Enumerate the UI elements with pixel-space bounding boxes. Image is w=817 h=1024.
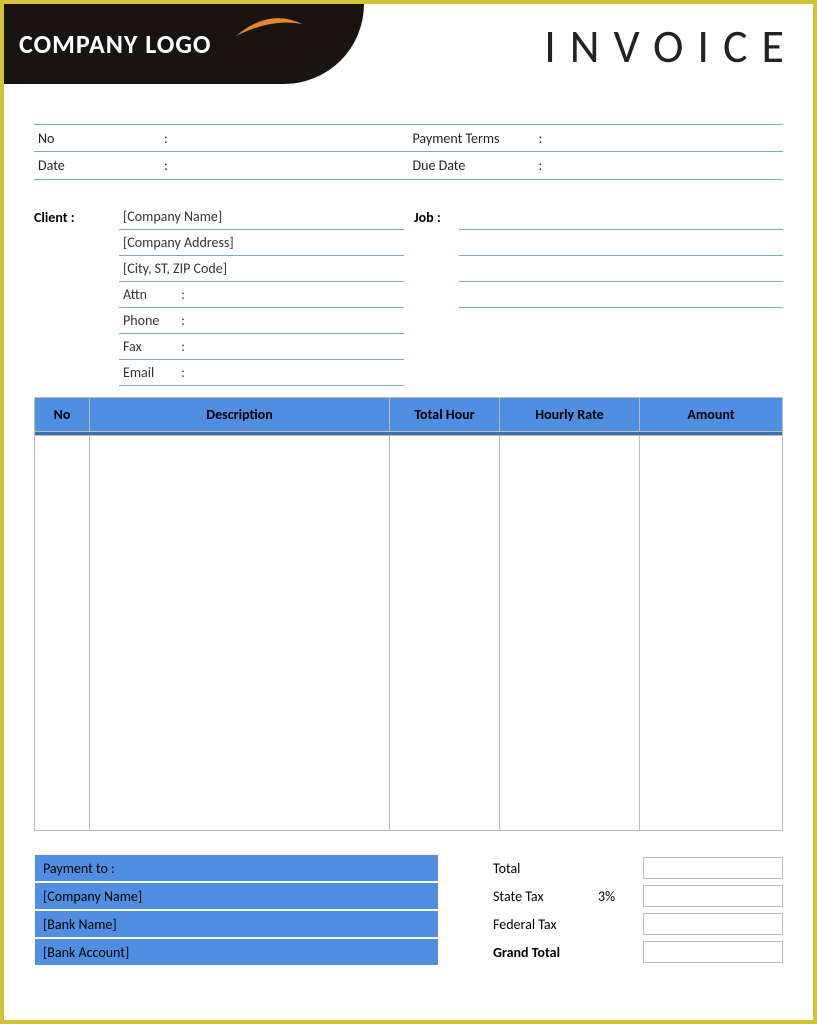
federal-tax-label: Federal Tax	[483, 916, 598, 933]
totals-block: Total State Tax 3% Federal Tax Grand Tot…	[483, 854, 783, 966]
job-line-3[interactable]	[459, 256, 783, 282]
th-no: No	[35, 398, 90, 432]
client-company-name[interactable]: [Company Name]	[119, 204, 404, 230]
meta-due-date-label: Due Date	[409, 157, 539, 174]
payment-to-label: Payment to :	[34, 854, 439, 882]
payment-box: Payment to : [Company Name] [Bank Name] …	[34, 854, 439, 966]
client-block: Client : [Company Name] [Company Address…	[34, 204, 404, 386]
job-line-1[interactable]	[459, 204, 783, 230]
meta-colon: :	[164, 130, 174, 147]
meta-payment-terms-label: Payment Terms	[409, 130, 539, 147]
table-row[interactable]	[35, 436, 783, 831]
meta-colon: :	[539, 157, 549, 174]
payment-company-name[interactable]: [Company Name]	[34, 882, 439, 910]
th-amount: Amount	[640, 398, 783, 432]
job-line-2[interactable]	[459, 230, 783, 256]
total-label: Total	[483, 860, 598, 877]
job-label: Job :	[414, 209, 459, 226]
job-line-4[interactable]	[459, 282, 783, 308]
meta-block: No : Payment Terms : Date : Due Date :	[34, 124, 783, 180]
meta-date-label: Date	[34, 157, 164, 174]
grand-total-label: Grand Total	[483, 944, 598, 961]
state-tax-value[interactable]	[643, 885, 783, 907]
client-section-label: Client :	[34, 209, 119, 226]
meta-no-label: No	[34, 130, 164, 147]
payment-bank-name[interactable]: [Bank Name]	[34, 910, 439, 938]
meta-colon: :	[164, 157, 174, 174]
th-total-hour: Total Hour	[390, 398, 500, 432]
grand-total-value[interactable]	[643, 941, 783, 963]
payment-bank-account[interactable]: [Bank Account]	[34, 938, 439, 966]
total-value[interactable]	[643, 857, 783, 879]
invoice-title: INVOICE	[544, 19, 798, 75]
federal-tax-value[interactable]	[643, 913, 783, 935]
logo-text: COMPANY LOGO	[19, 28, 212, 60]
th-description: Description	[90, 398, 390, 432]
th-hourly-rate: Hourly Rate	[500, 398, 640, 432]
client-phone-field[interactable]: Phone :	[119, 308, 404, 334]
swoosh-icon	[234, 14, 304, 44]
meta-colon: :	[539, 130, 549, 147]
client-company-address[interactable]: [Company Address]	[119, 230, 404, 256]
items-table: No Description Total Hour Hourly Rate Am…	[34, 397, 783, 831]
state-tax-pct: 3%	[598, 888, 643, 905]
job-block: Job :	[414, 204, 783, 308]
logo-block: COMPANY LOGO	[4, 4, 364, 84]
state-tax-label: State Tax	[483, 888, 598, 905]
client-attn-field[interactable]: Attn :	[119, 282, 404, 308]
client-email-field[interactable]: Email :	[119, 360, 404, 386]
client-fax-field[interactable]: Fax :	[119, 334, 404, 360]
client-city-zip[interactable]: [City, ST, ZIP Code]	[119, 256, 404, 282]
